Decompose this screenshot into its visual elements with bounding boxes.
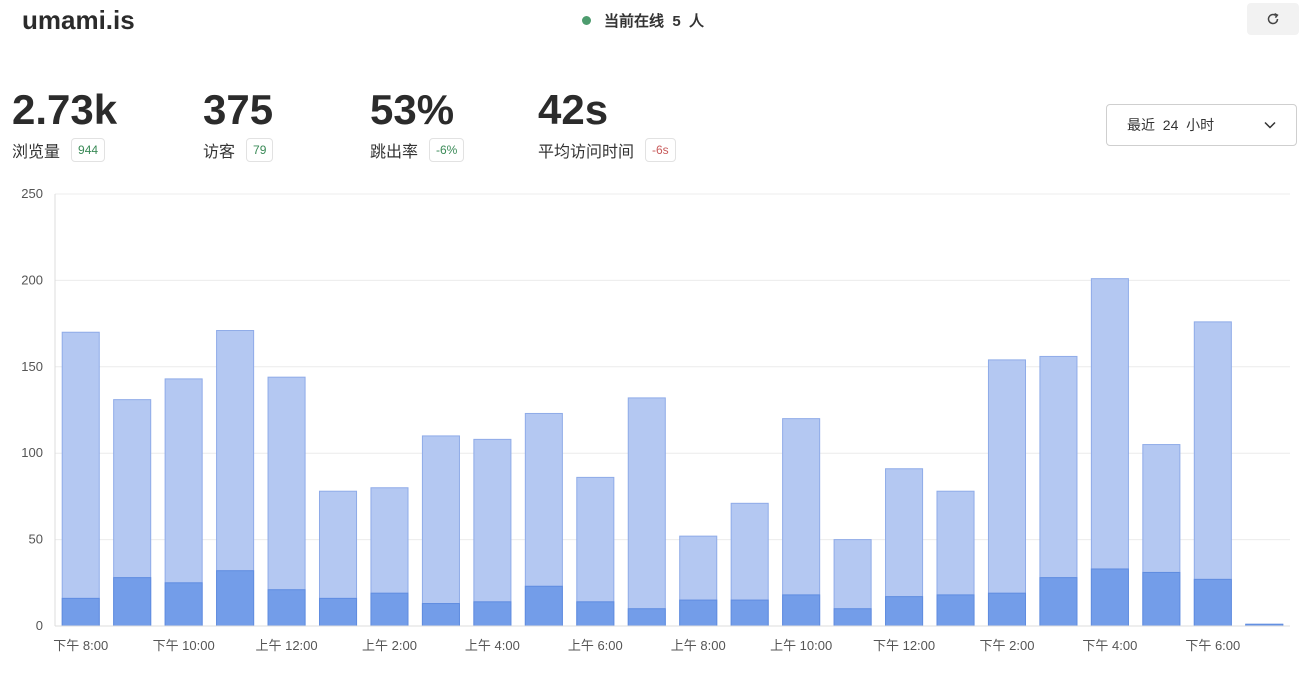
bar-visitors[interactable] [216,570,255,627]
online-text: 当前在线 5 人 [604,13,705,30]
y-tick-label: 100 [21,445,43,460]
bar-visitors[interactable] [936,594,975,627]
chevron-down-icon [1264,121,1276,129]
x-tick-label: 下午 2:00 [980,638,1035,653]
bar-visitors[interactable] [421,603,460,627]
bar-visitors[interactable] [782,594,821,627]
brand-logo[interactable]: umami.is [22,5,135,36]
x-tick-label: 上午 12:00 [255,638,317,653]
online-dot-icon [582,16,591,25]
bar-visitors[interactable] [1142,571,1181,627]
bar-pageviews[interactable] [61,331,100,627]
x-tick-label: 下午 4:00 [1082,638,1137,653]
bar-visitors[interactable] [730,599,769,627]
online-indicator: 当前在线 5 人 [582,10,704,31]
bar-visitors[interactable] [370,592,409,627]
metric-label: 浏览量 [12,144,61,161]
y-tick-label: 150 [21,359,43,374]
metric-value: 2.73k [12,86,118,133]
metric-change-badge: 79 [246,138,274,162]
metric-label: 访客 [203,144,236,161]
bar-visitors[interactable] [679,599,718,627]
x-tick-label: 上午 6:00 [568,638,623,653]
bar-visitors[interactable] [524,585,563,627]
bar-visitors[interactable] [473,601,512,627]
metric-change-badge: -6s [645,138,676,162]
bar-visitors[interactable] [987,592,1027,627]
metric-bounce-rate: 53% 跳出率 -6% [370,86,465,162]
bar-visitors[interactable] [61,597,100,627]
date-range-select[interactable]: 最近 24 小时 [1106,104,1297,146]
bar-visitors[interactable] [1039,577,1078,627]
bar-pageviews[interactable] [421,435,460,627]
x-tick-label: 上午 10:00 [770,638,832,653]
bar-visitors[interactable] [627,608,666,627]
metric-change-badge: -6% [429,138,465,162]
metric-value: 375 [203,86,274,133]
date-range-label: 最近 24 小时 [1127,117,1215,133]
bar-visitors[interactable] [267,589,306,627]
metric-visitors: 375 访客 79 [203,86,274,162]
bar-pageviews[interactable] [473,438,512,627]
y-tick-label: 50 [29,532,43,547]
metric-change-badge: 944 [71,138,106,162]
x-tick-label: 上午 4:00 [465,638,520,653]
x-tick-label: 下午 8:00 [53,638,108,653]
metric-avg-visit-time: 42s 平均访问时间 -6s [538,86,676,162]
x-tick-label: 上午 8:00 [671,638,726,653]
bar-visitors[interactable] [318,597,358,627]
y-tick-label: 0 [36,618,43,633]
metric-label: 跳出率 [370,144,419,161]
bar-pageviews[interactable] [987,359,1027,627]
metric-value: 42s [538,86,609,133]
y-tick-label: 200 [21,272,43,287]
bar-pageviews[interactable] [627,397,666,627]
x-tick-label: 下午 10:00 [153,638,215,653]
bar-visitors[interactable] [113,577,152,627]
bar-visitors[interactable] [1090,568,1129,627]
bar-visitors[interactable] [164,582,203,627]
x-tick-label: 下午 6:00 [1185,638,1240,653]
bar-visitors[interactable] [885,596,924,627]
metric-label: 平均访问时间 [538,144,635,161]
x-tick-label: 上午 2:00 [362,638,417,653]
bar-visitors[interactable] [833,608,872,627]
bar-visitors[interactable] [576,601,615,627]
bar-pageviews[interactable] [267,376,306,627]
pageviews-chart: 0 50 100 150 200 250 下午 8:00 下午 10:00 上午 12:00 上午… [21,186,1290,653]
metric-pageviews: 2.73k 浏览量 944 [12,86,117,162]
bar-visitors[interactable] [1193,578,1232,627]
metric-value: 53% [370,86,455,133]
refresh-button[interactable] [1247,3,1299,35]
y-tick-label: 250 [21,186,43,201]
refresh-icon [1267,12,1279,25]
x-tick-label: 下午 12:00 [873,638,935,653]
